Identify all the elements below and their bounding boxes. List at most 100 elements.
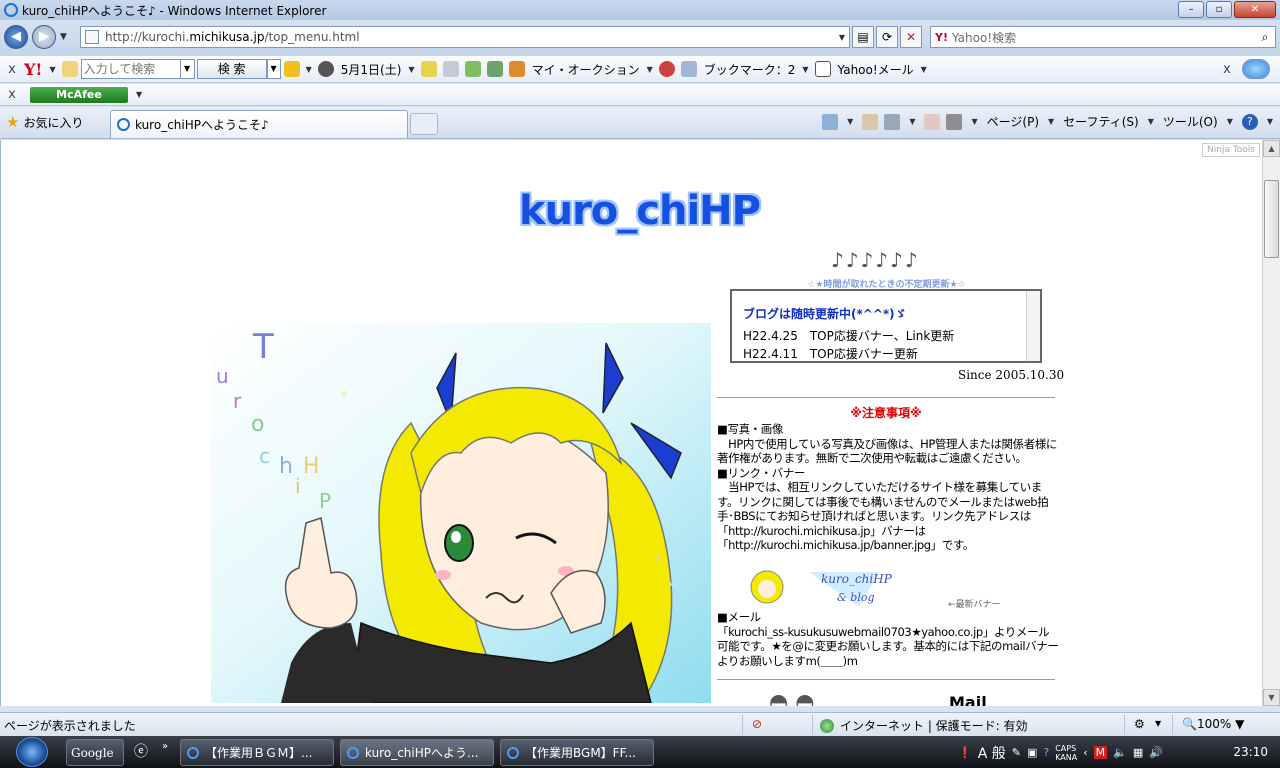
yahoo-search-button[interactable]: 検 索 (196, 59, 267, 79)
stop-icon[interactable]: ✕ (900, 26, 922, 48)
taskbar-button-bgm2[interactable]: 【作業用BGM】FF... (500, 739, 654, 766)
auction-icon[interactable] (508, 61, 525, 77)
hand-icon[interactable] (862, 113, 879, 130)
help-dropdown-icon[interactable]: ▼ (1267, 117, 1273, 126)
scroll-up-icon[interactable]: ▲ (1263, 140, 1280, 157)
my-auction-link[interactable]: マイ・オークション (532, 61, 640, 78)
bookmark-dropdown-icon[interactable]: ▼ (802, 65, 808, 74)
add-ons-icon[interactable]: ⚙ (1134, 717, 1145, 731)
page-menu[interactable]: ページ(P) (987, 113, 1039, 130)
notepad-icon[interactable] (486, 61, 503, 77)
forward-button[interactable]: ▶ (32, 25, 56, 49)
mail-icon[interactable] (814, 61, 831, 77)
mail-dropdown-icon[interactable]: ▼ (921, 65, 927, 74)
security-zone[interactable]: インターネット | 保護モード: 有効 (820, 717, 1028, 734)
add-ons-dropdown-icon[interactable]: ▼ (1155, 719, 1161, 728)
ime-tools-icon[interactable]: ✎ (1012, 746, 1021, 759)
taskbar-button-google[interactable]: Google (66, 739, 124, 766)
bookmark-icon[interactable] (680, 61, 697, 77)
feeds-icon[interactable] (884, 113, 901, 130)
tools-menu[interactable]: ツール(O) (1163, 113, 1218, 130)
search-icon[interactable]: ⌕ (1255, 30, 1275, 45)
search-box[interactable]: Y! Yahoo!検索 ⌕ (930, 26, 1276, 48)
minimize-button[interactable]: – (1178, 1, 1204, 18)
ime-help-icon[interactable]: ? (1043, 746, 1049, 759)
new-tab-button[interactable] (410, 113, 438, 135)
options-icon[interactable] (1242, 59, 1270, 79)
highlighter-icon[interactable] (420, 61, 437, 77)
yahoo-mail-link[interactable]: Yahoo!メール (838, 61, 914, 78)
favorites-button[interactable]: ★ お気に入り (6, 113, 83, 131)
pencil-icon[interactable] (61, 61, 78, 77)
address-bar[interactable]: http://kurochi.michikusa.jp/top_menu.htm… (80, 26, 850, 48)
address-url[interactable]: http://kurochi.michikusa.jp/top_menu.htm… (105, 30, 835, 44)
yahoo-logo-icon[interactable]: Y! (24, 60, 42, 79)
download-icon[interactable] (464, 61, 481, 77)
safety-menu[interactable]: セーフティ(S) (1063, 113, 1139, 130)
search-input[interactable]: Yahoo!検索 (952, 29, 1255, 46)
print-icon[interactable] (946, 113, 963, 130)
help-icon[interactable]: ? (1241, 113, 1258, 130)
speaker-icon[interactable]: 🔊 (1149, 746, 1163, 759)
ime-pad-icon[interactable]: ▣ (1027, 746, 1037, 759)
address-dropdown-icon[interactable]: ▼ (835, 33, 849, 42)
weather-icon[interactable] (317, 61, 334, 77)
yahoo-toolbar-close-button[interactable]: x (0, 62, 24, 77)
maximize-button[interactable]: ▫ (1206, 1, 1232, 18)
zoom-value: 100% (1196, 717, 1232, 731)
news-scrollbar[interactable] (1026, 291, 1040, 361)
home-dropdown-icon[interactable]: ▼ (847, 117, 853, 126)
dictionary-icon[interactable] (442, 61, 459, 77)
zoom-level[interactable]: 🔍100% ▼ (1182, 717, 1244, 731)
safety-menu-dropdown-icon[interactable]: ▼ (1148, 117, 1154, 126)
lifesaver-icon[interactable] (658, 61, 675, 77)
yahoo-search-dropdown-icon[interactable]: ▼ (266, 59, 281, 79)
latest-banner[interactable]: kuro_chiHP & blog (749, 567, 949, 607)
refresh-icon[interactable]: ⟳ (876, 26, 898, 48)
taskbar-clock[interactable]: 23:10 (1233, 745, 1268, 759)
tools-menu-dropdown-icon[interactable]: ▼ (1227, 117, 1233, 126)
tray-expand-icon[interactable]: ‹ (1083, 746, 1087, 759)
mcafee-tray-icon[interactable]: M (1093, 746, 1108, 759)
bookmark-link[interactable]: ブックマーク：2 (704, 61, 796, 78)
yahoo-search-input[interactable]: 入力して検索 (80, 59, 181, 79)
shield-dropdown-icon[interactable]: ▼ (306, 65, 312, 74)
mail-banner-link[interactable]: Mail (949, 693, 987, 706)
network-icon[interactable]: ▦ (1133, 746, 1143, 759)
yahoo-toolbar-right-close-button[interactable]: x (1215, 62, 1239, 77)
window-titlebar[interactable]: kuro_chiHPへようこそ♪ - Windows Internet Expl… (0, 0, 1280, 20)
volume-control-icon[interactable]: 🔈 (1113, 746, 1127, 759)
auction-dropdown-icon[interactable]: ▼ (647, 65, 653, 74)
date-dropdown-icon[interactable]: ▼ (408, 65, 414, 74)
yahoo-logo-dropdown-icon[interactable]: ▼ (49, 65, 55, 74)
feeds-dropdown-icon[interactable]: ▼ (909, 117, 915, 126)
yahoo-input-dropdown-icon[interactable]: ▼ (180, 59, 195, 79)
scroll-down-icon[interactable]: ▼ (1263, 689, 1280, 706)
history-dropdown-icon[interactable]: ▼ (60, 32, 67, 42)
mcafee-logo[interactable]: McAfee (30, 86, 128, 103)
mcafee-close-button[interactable]: x (0, 87, 24, 102)
shield-icon[interactable] (283, 61, 300, 77)
ninja-tools-badge[interactable]: Ninja Tools (1202, 143, 1260, 157)
print-dropdown-icon[interactable]: ▼ (971, 117, 977, 126)
page-scrollbar[interactable]: ▲ ▼ (1262, 140, 1280, 706)
tab-active[interactable]: kuro_chiHPへようこそ♪ (110, 110, 408, 138)
home-icon[interactable] (822, 113, 839, 130)
page-menu-dropdown-icon[interactable]: ▼ (1048, 117, 1054, 126)
taskbar-button-kurochi[interactable]: kuro_chiHPへよう... (340, 739, 494, 766)
date-display[interactable]: 5月1日(土) (341, 61, 402, 78)
scroll-thumb[interactable] (1264, 180, 1279, 258)
mcafee-dropdown-icon[interactable]: ▼ (136, 90, 142, 99)
close-window-button[interactable]: ✕ (1234, 1, 1276, 18)
start-button[interactable] (16, 737, 48, 767)
read-mail-icon[interactable] (924, 113, 941, 130)
privacy-icon[interactable]: ⊘ (752, 717, 762, 731)
alert-icon[interactable]: ❗ (958, 746, 972, 759)
ime-indicator[interactable]: A 般 (978, 743, 1006, 763)
compat-view-icon[interactable]: ▤ (852, 26, 874, 48)
taskbar-button-bgm1[interactable]: 【作業用ＢＧＭ】... (180, 739, 334, 766)
news-box[interactable]: ブログは随時更新中(*^^*)ゞ H22.4.25 TOP応援バナー、Link更… (730, 289, 1042, 363)
quicklaunch-ie-icon[interactable]: ⓔ (134, 741, 148, 761)
quicklaunch-more-icon[interactable]: » (162, 741, 168, 752)
back-button[interactable]: ◀ (4, 25, 28, 49)
